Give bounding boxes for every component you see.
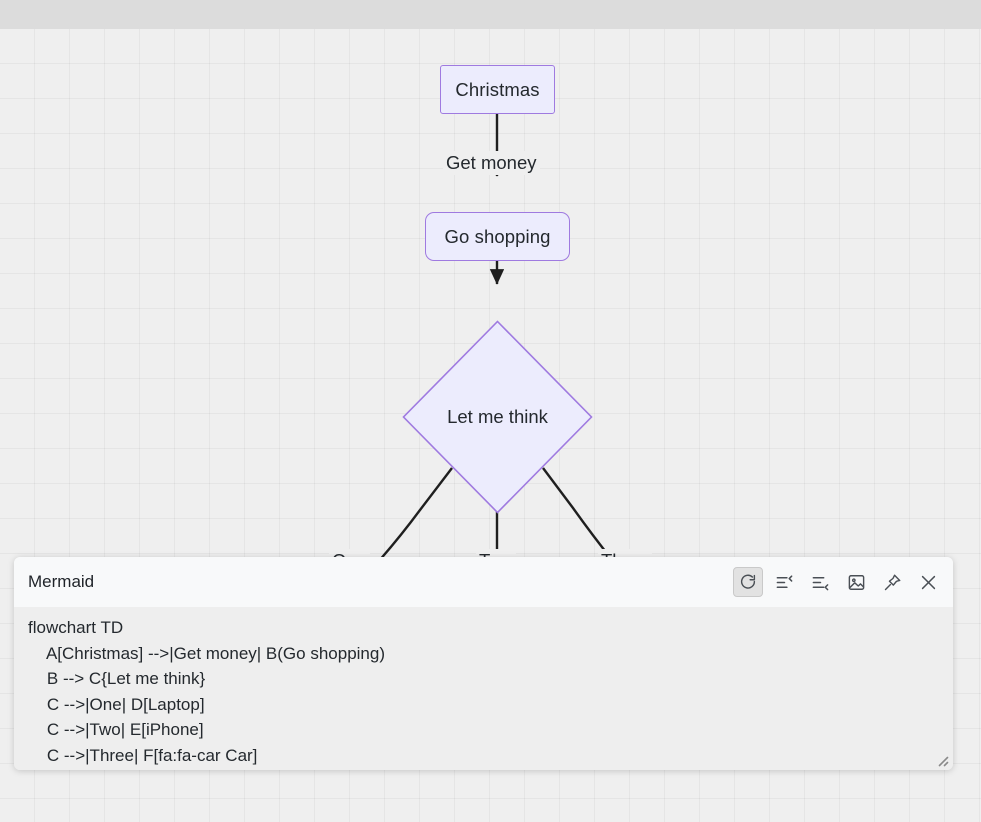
window-top-bar [0,0,981,29]
align-text-icon [812,576,828,590]
pin-button[interactable] [877,567,907,597]
mermaid-code-text[interactable]: flowchart TD A[Christmas] -->|Get money|… [14,615,953,768]
node-label: Go shopping [444,225,551,247]
panel-header: Mermaid [14,557,953,607]
format-button[interactable] [769,567,799,597]
close-button[interactable] [913,567,943,597]
align-button[interactable] [805,567,835,597]
image-icon [848,574,864,590]
panel-title: Mermaid [28,572,95,591]
refresh-icon [740,574,756,589]
close-icon [921,575,935,589]
pin-icon [884,574,900,590]
panel-toolbar [733,567,943,597]
resize-handle-icon[interactable] [935,753,949,767]
mermaid-code-panel[interactable]: Mermaid flowchart TD A[Christmas] -->|Ge… [14,557,953,770]
flowchart-node-go-shopping[interactable]: Go shopping [425,212,570,261]
edge-label-get-money: Get money [443,151,540,175]
node-label: Let me think [447,406,548,427]
flowchart-node-let-me-think[interactable]: Let me think [402,320,593,514]
refresh-button[interactable] [733,567,763,597]
flowchart-node-christmas[interactable]: Christmas [440,65,555,114]
node-label: Christmas [455,78,540,100]
export-image-button[interactable] [841,567,871,597]
format-text-icon [776,574,792,588]
code-editor[interactable]: flowchart TD A[Christmas] -->|Get money|… [14,607,953,770]
